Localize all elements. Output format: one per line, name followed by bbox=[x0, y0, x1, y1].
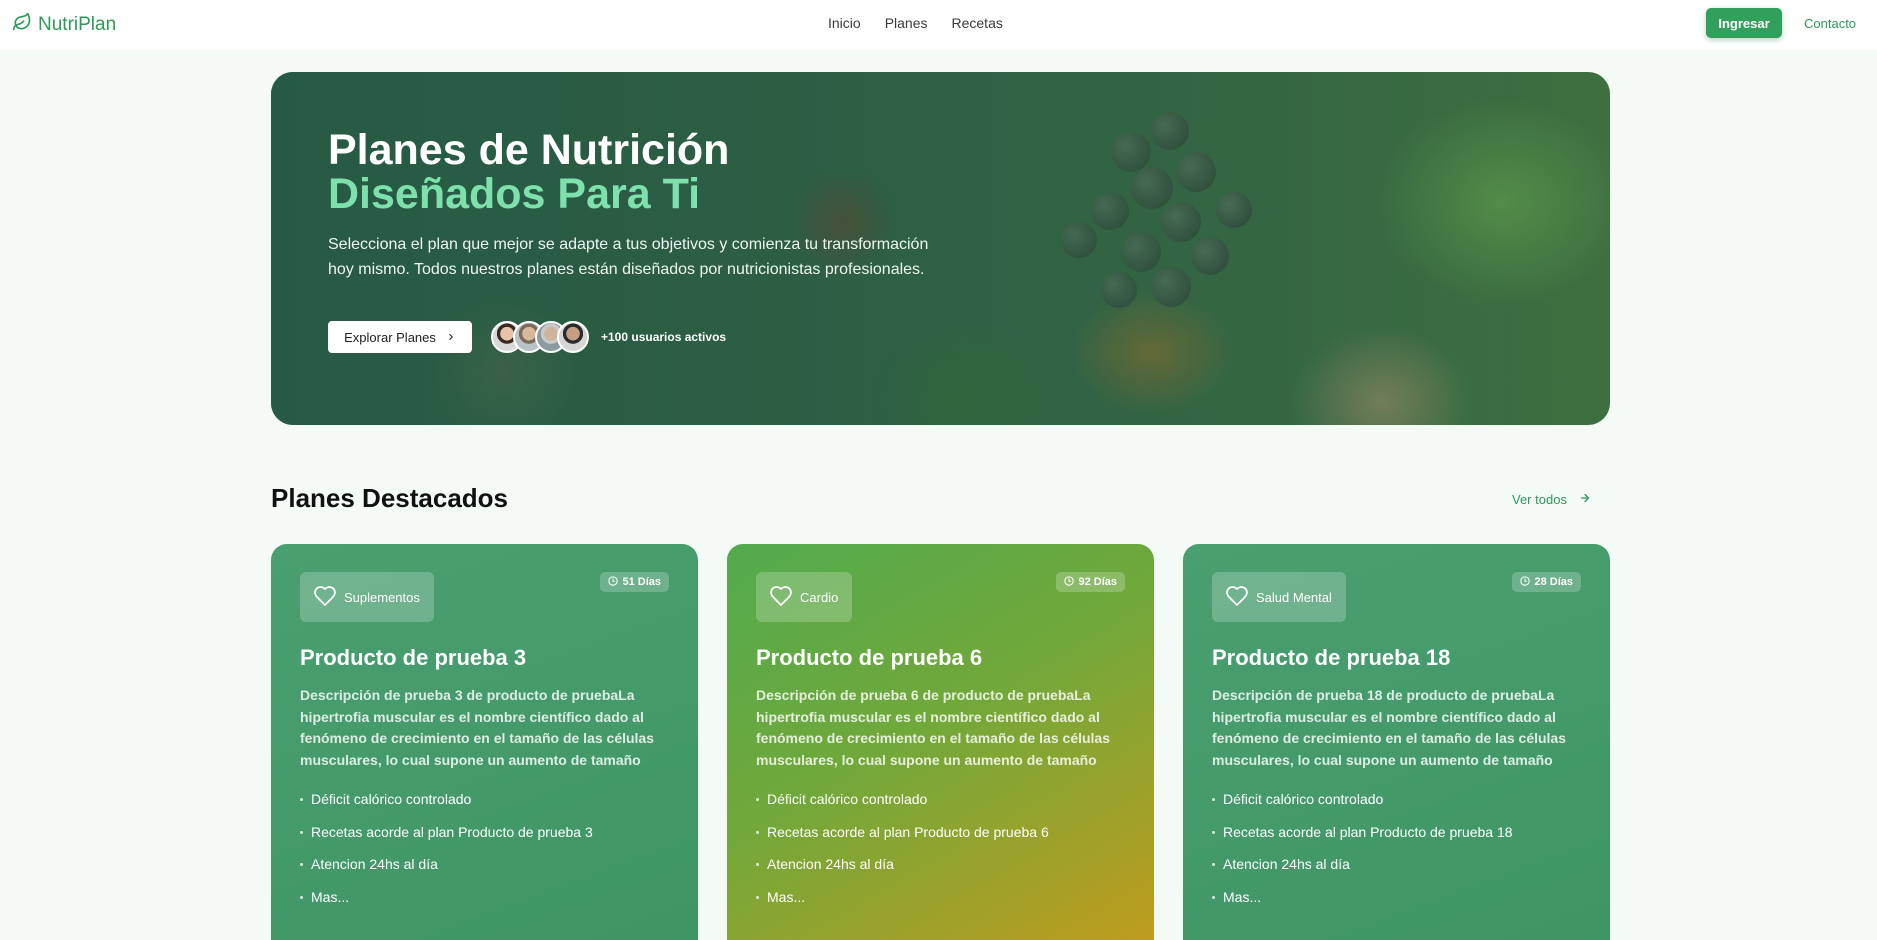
nav-link-recetas[interactable]: Recetas bbox=[952, 15, 1003, 31]
feature-text: Recetas acorde al plan Producto de prueb… bbox=[311, 823, 593, 840]
see-all-label: Ver todos bbox=[1512, 492, 1567, 507]
login-button[interactable]: Ingresar bbox=[1706, 8, 1782, 38]
duration-badge: 92 Días bbox=[1056, 572, 1125, 592]
feature-item: Recetas acorde al plan Producto de prueb… bbox=[1212, 824, 1513, 857]
brand-name: NutriPlan bbox=[38, 14, 117, 35]
feature-item: Atencion 24hs al día bbox=[756, 856, 1049, 889]
feature-text: Mas... bbox=[311, 888, 350, 905]
plan-features: Déficit calórico controlado Recetas acor… bbox=[300, 791, 593, 921]
feature-item: Déficit calórico controlado bbox=[1212, 791, 1513, 824]
nav-link-planes[interactable]: Planes bbox=[885, 15, 928, 31]
feature-text: Recetas acorde al plan Producto de prueb… bbox=[767, 823, 1049, 840]
hero-description: Selecciona el plan que mejor se adapte a… bbox=[328, 236, 929, 278]
feature-item: Mas... bbox=[1212, 889, 1513, 922]
category-badge: Suplementos bbox=[300, 572, 434, 622]
feature-item: Mas... bbox=[756, 889, 1049, 922]
plan-card[interactable]: Salud Mental 28 Días Producto de prueba … bbox=[1183, 544, 1610, 940]
plan-title: Producto de prueba 3 bbox=[300, 645, 527, 670]
feature-item: Déficit calórico controlado bbox=[756, 791, 1049, 824]
hero-title-highlight: Diseñados Para Ti bbox=[328, 170, 701, 218]
feature-text: Déficit calórico controlado bbox=[767, 791, 928, 807]
duration-label: 92 Días bbox=[1078, 576, 1117, 588]
feature-text: Mas... bbox=[767, 888, 806, 905]
clock-icon bbox=[608, 575, 619, 589]
user-avatars bbox=[491, 321, 589, 353]
category-label: Cardio bbox=[800, 589, 839, 605]
feature-text: Déficit calórico controlado bbox=[311, 791, 472, 807]
avatar bbox=[557, 321, 589, 353]
feature-text: Recetas acorde al plan Producto de prueb… bbox=[1223, 823, 1513, 840]
feature-item: Atencion 24hs al día bbox=[1212, 856, 1513, 889]
clock-icon bbox=[1064, 575, 1075, 589]
heart-icon bbox=[768, 584, 794, 611]
feature-text: Atencion 24hs al día bbox=[1223, 856, 1350, 872]
section-title: Planes Destacados bbox=[271, 483, 509, 513]
heart-icon bbox=[312, 584, 338, 611]
heart-icon bbox=[1224, 584, 1250, 611]
explore-plans-button[interactable]: Explorar Planes bbox=[328, 321, 472, 353]
hero-title: Planes de Nutrición bbox=[328, 126, 730, 174]
feature-text: Déficit calórico controlado bbox=[1223, 791, 1384, 807]
plan-title: Producto de prueba 18 bbox=[1212, 645, 1451, 670]
top-navbar: NutriPlan Inicio Planes Recetas Ingresar… bbox=[0, 0, 1877, 50]
leaf-icon bbox=[12, 12, 32, 38]
duration-badge: 51 Días bbox=[600, 572, 669, 592]
plan-title: Producto de prueba 6 bbox=[756, 645, 983, 670]
chevron-right-icon bbox=[446, 330, 456, 345]
clock-icon bbox=[1520, 575, 1531, 589]
plan-description: Descripción de prueba 3 de producto de p… bbox=[300, 687, 655, 768]
active-users-count: +100 usuarios activos bbox=[601, 330, 727, 344]
feature-item: Atencion 24hs al día bbox=[300, 856, 593, 889]
plan-card[interactable]: Cardio 92 Días Producto de prueba 6 Desc… bbox=[727, 544, 1154, 940]
see-all-link[interactable]: Ver todos bbox=[1512, 492, 1591, 507]
brand-logo[interactable]: NutriPlan bbox=[12, 12, 116, 38]
plan-card[interactable]: Suplementos 51 Días Producto de prueba 3… bbox=[271, 544, 698, 940]
explore-plans-label: Explorar Planes bbox=[344, 329, 436, 345]
hero-content: Planes de Nutrición Diseñados Para Ti Se… bbox=[328, 128, 948, 282]
contact-link[interactable]: Contacto bbox=[1804, 16, 1856, 31]
feature-item: Recetas acorde al plan Producto de prueb… bbox=[756, 824, 1049, 857]
category-label: Salud Mental bbox=[1256, 589, 1332, 605]
duration-label: 28 Días bbox=[1534, 576, 1573, 588]
feature-item: Déficit calórico controlado bbox=[300, 791, 593, 824]
duration-badge: 28 Días bbox=[1512, 572, 1581, 592]
plan-features: Déficit calórico controlado Recetas acor… bbox=[756, 791, 1049, 921]
hero-actions: Explorar Planes +100 usuarios activos bbox=[328, 321, 726, 353]
category-badge: Salud Mental bbox=[1212, 572, 1346, 622]
feature-item: Mas... bbox=[300, 889, 593, 922]
plan-description: Descripción de prueba 6 de producto de p… bbox=[756, 687, 1111, 768]
main-nav: Inicio Planes Recetas bbox=[828, 15, 1003, 31]
feature-item: Recetas acorde al plan Producto de prueb… bbox=[300, 824, 593, 857]
arrow-right-icon bbox=[1579, 492, 1591, 507]
feature-text: Atencion 24hs al día bbox=[767, 856, 894, 872]
category-badge: Cardio bbox=[756, 572, 853, 622]
category-label: Suplementos bbox=[344, 589, 420, 605]
hero-banner: Planes de Nutrición Diseñados Para Ti Se… bbox=[271, 72, 1610, 425]
feature-text: Atencion 24hs al día bbox=[311, 856, 438, 872]
feature-text: Mas... bbox=[1223, 888, 1262, 905]
nav-link-inicio[interactable]: Inicio bbox=[828, 15, 861, 31]
plan-features: Déficit calórico controlado Recetas acor… bbox=[1212, 791, 1513, 921]
plan-description: Descripción de prueba 18 de producto de … bbox=[1212, 687, 1567, 768]
duration-label: 51 Días bbox=[622, 576, 661, 588]
